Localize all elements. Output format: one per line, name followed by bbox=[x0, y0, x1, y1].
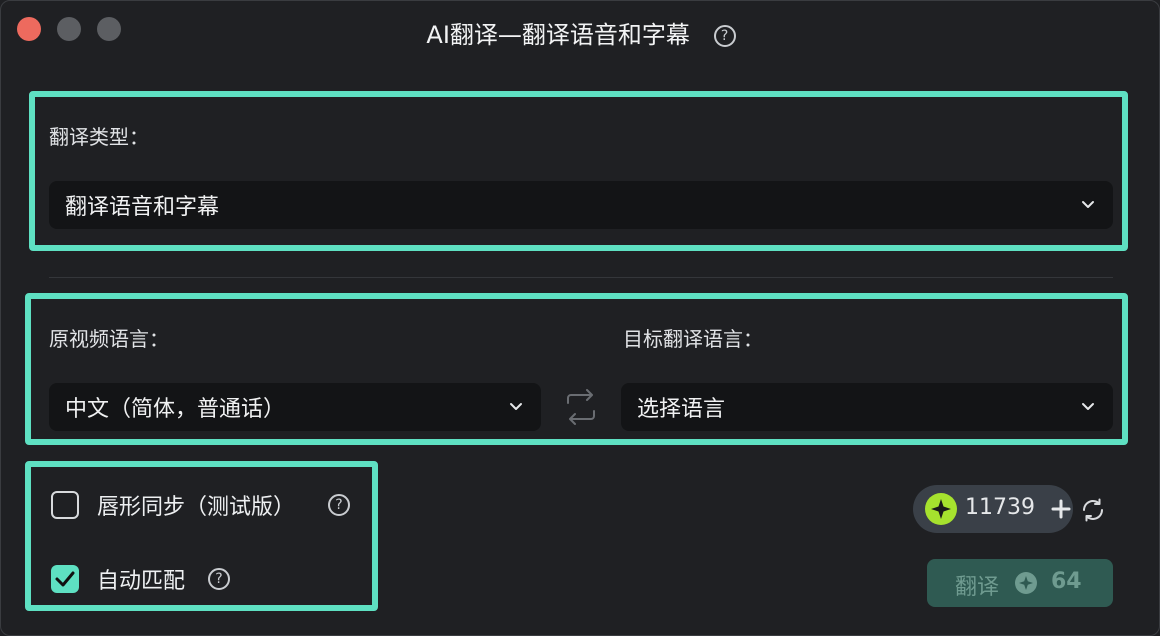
credits-badge: 11739 bbox=[913, 485, 1073, 533]
translation-type-label: 翻译类型： bbox=[49, 125, 149, 149]
checkmark-icon bbox=[55, 571, 75, 587]
auto-match-checkbox[interactable] bbox=[51, 565, 79, 593]
window-title-bar: AI翻译—翻译语音和字幕 ? bbox=[1, 15, 1159, 50]
swap-languages-icon[interactable] bbox=[564, 389, 598, 425]
dialog-window: AI翻译—翻译语音和字幕 ? 翻译类型： 翻译语音和字幕 原视频语言： 中文（简… bbox=[0, 0, 1160, 636]
add-credits-icon[interactable] bbox=[1049, 497, 1073, 521]
translate-button-label: 翻译 bbox=[955, 575, 1000, 600]
translate-button[interactable]: 翻译 64 bbox=[927, 559, 1113, 607]
translation-type-value: 翻译语音和字幕 bbox=[65, 195, 220, 220]
target-language-label: 目标翻译语言： bbox=[623, 327, 763, 351]
chevron-down-icon bbox=[1082, 201, 1094, 208]
chevron-down-icon bbox=[1082, 403, 1094, 410]
auto-match-label: 自动匹配 bbox=[97, 569, 186, 594]
source-language-value: 中文（简体，普通话） bbox=[65, 397, 286, 422]
credits-coin-icon bbox=[925, 493, 957, 525]
window-title: AI翻译—翻译语音和字幕 bbox=[426, 21, 690, 49]
lip-sync-help-icon[interactable]: ? bbox=[328, 494, 350, 516]
lip-sync-label: 唇形同步（测试版） bbox=[97, 495, 296, 520]
translation-type-dropdown[interactable]: 翻译语音和字幕 bbox=[49, 181, 1113, 229]
chevron-down-icon bbox=[510, 403, 522, 410]
source-language-dropdown[interactable]: 中文（简体，普通话） bbox=[49, 383, 541, 431]
credit-cost-icon bbox=[1015, 572, 1037, 594]
section-divider bbox=[49, 277, 1113, 278]
auto-match-help-icon[interactable]: ? bbox=[208, 568, 230, 590]
credits-value: 11739 bbox=[965, 495, 1035, 520]
target-language-value: 选择语言 bbox=[637, 397, 726, 422]
refresh-icon[interactable] bbox=[1080, 497, 1106, 523]
source-language-label: 原视频语言： bbox=[49, 327, 169, 351]
lip-sync-checkbox[interactable] bbox=[51, 491, 79, 519]
target-language-dropdown[interactable]: 选择语言 bbox=[621, 383, 1113, 431]
translate-cost-value: 64 bbox=[1051, 569, 1082, 594]
help-icon[interactable]: ? bbox=[713, 25, 736, 47]
